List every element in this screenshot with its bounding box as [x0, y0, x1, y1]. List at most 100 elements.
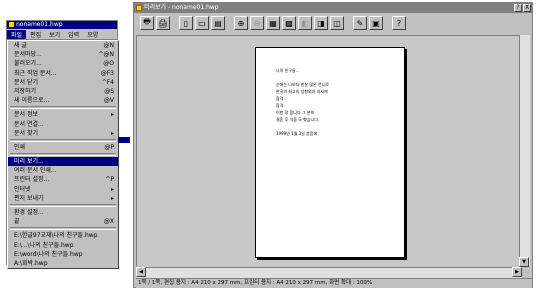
single-page-icon[interactable]: ▯: [179, 16, 193, 30]
file-menu-item-label: 불러오기...: [14, 60, 42, 68]
double-page-icon[interactable]: ▭: [195, 16, 209, 30]
page-text-line: 한국의 최고의 성형외과 의사에: [276, 89, 328, 94]
file-menu-item[interactable]: 문서 찾기 ▸: [8, 129, 118, 138]
file-menu-item[interactable]: 편지 보내기 ▸: [8, 194, 118, 203]
preview-toolbar: 🖶 🖨 ▯ ▭ ▤ ⊕ ⊖ ▦ ▩ ◧ ◨ ◫ ✎ ▣ ?: [134, 13, 532, 33]
file-menu-item[interactable]: 여러 문서 인쇄...: [8, 166, 118, 175]
file-menu-item-label: E:\word\나의 친구들.hwp: [14, 250, 83, 258]
preview-page: 나의 친구들... 순애는 나보다 한살 많은 언니로한국의 최고의 성형외과 의…: [255, 47, 405, 258]
file-menu-item-shortcut: @F3: [100, 69, 114, 77]
edit-icon[interactable]: ✎: [353, 16, 367, 30]
vertical-scrollbar[interactable]: ▼: [519, 35, 530, 267]
help-icon[interactable]: ?: [392, 16, 406, 30]
file-menu-item-shortcut: ^P: [105, 176, 114, 184]
file-menu-item-label: 문서 찾기: [14, 129, 38, 137]
file-menu-item[interactable]: 인터넷 ▸: [8, 185, 118, 194]
next-page-icon[interactable]: ◨: [314, 16, 328, 30]
prev-page-icon[interactable]: ◧: [298, 16, 312, 30]
menu-file[interactable]: 파일: [7, 29, 27, 39]
scroll-right-arrow-icon[interactable]: ▶: [512, 267, 522, 277]
file-menu-item-shortcut: ^@N: [98, 51, 114, 59]
file-menu-item-label: 미리 보기...: [14, 158, 44, 166]
file-menu-item-label: E:\...\나의 친구들.hwp: [14, 241, 74, 249]
zoom-in-icon[interactable]: ⊕: [234, 16, 248, 30]
file-menu-item[interactable]: 문서마당... ^@N: [8, 50, 118, 59]
file-menu-item[interactable]: E:\...\나의 친구들.hwp: [8, 241, 118, 250]
multi-page-icon[interactable]: ▩: [282, 16, 296, 30]
editor-window: noname01.hwp 파일 편집 보기 입력 모양 새 글 @N 문서마당...…: [6, 20, 119, 270]
page-icon[interactable]: ▤: [211, 16, 225, 30]
menu-separator: [10, 138, 116, 142]
preview-app-icon: [136, 5, 142, 11]
menu-separator: [10, 204, 116, 207]
exit-preview-icon[interactable]: ▣: [369, 16, 383, 30]
page-text-line: 합격: [276, 96, 284, 101]
scroll-left-arrow-icon[interactable]: ◀: [136, 267, 146, 277]
preview-title: 미리보기 - noname01.hwp: [144, 4, 219, 11]
file-menu-item-shortcut: @O: [103, 60, 114, 68]
scroll-down-arrow-icon[interactable]: ▼: [519, 257, 529, 267]
editor-titlebar: noname01.hwp: [7, 21, 117, 29]
file-menu-item[interactable]: 최근 작업 문서... @F3: [8, 69, 118, 78]
file-menu-item[interactable]: 인쇄 @P: [8, 143, 118, 152]
file-menu-item-label: 새 글: [14, 42, 27, 49]
file-menu: 새 글 @N 문서마당... ^@N 불러오기... @O 최근 작업 문서... @F3 문서…: [7, 40, 119, 270]
file-menu-item[interactable]: A:\회박.hwp: [8, 259, 118, 268]
file-menu-item[interactable]: 환경 설정...: [8, 208, 118, 217]
file-menu-item-shortcut: ^F4: [101, 78, 114, 86]
zoom-out-icon[interactable]: ⊖: [250, 16, 264, 30]
file-menu-item[interactable]: 문서 정보 ▸: [8, 110, 118, 119]
file-menu-item[interactable]: 끝 @X: [8, 217, 118, 226]
file-menu-item[interactable]: 문서 연결...: [8, 120, 118, 129]
file-menu-item-label: 인쇄: [14, 143, 26, 151]
file-menu-item[interactable]: 미리 보기...: [8, 157, 118, 167]
file-menu-item-label: E:\한글97교재\나의 친구들.hwp: [14, 232, 98, 240]
file-menu-item-label: 인터넷: [14, 185, 31, 193]
preview-canvas: 나의 친구들... 순애는 나보다 한살 많은 언니로한국의 최고의 성형외과 의…: [136, 35, 523, 268]
file-menu-item[interactable]: E:\한글97교재\나의 친구들.hwp: [8, 231, 118, 240]
file-menu-item-label: 편지 보내기: [14, 194, 44, 202]
file-menu-item[interactable]: 저장하기 @S: [8, 87, 118, 96]
file-menu-item-shortcut: ▸: [110, 111, 114, 119]
file-menu-item-label: 문서 연결...: [14, 120, 44, 128]
close-button[interactable]: X: [523, 4, 531, 12]
page-text-line: 이번 정 합니다 그 분의: [276, 110, 315, 115]
menu-format[interactable]: 모양: [83, 30, 102, 39]
file-menu-item[interactable]: E:\word\나의 친구들.hwp: [8, 250, 118, 259]
menu-view[interactable]: 보기: [45, 30, 64, 39]
file-menu-item-label: 문서 닫기: [14, 78, 38, 86]
file-menu-item-shortcut: ▸: [110, 129, 114, 137]
menu-insert[interactable]: 입력: [64, 30, 83, 39]
fit-page-icon[interactable]: ◫: [330, 16, 344, 30]
page-text-line: 순애는 나보다 한살 많은 언니로: [276, 82, 329, 87]
page-text-line: 1999년 1월 3일 씀음에: [276, 131, 318, 136]
print-icon[interactable]: 🖶: [140, 16, 154, 30]
file-menu-item-label: 프린터 설정...: [14, 176, 50, 184]
file-menu-item[interactable]: 프린터 설정... ^P: [8, 175, 118, 184]
status-bar: 1쪽 / 1쪽, 편집 용지 : A4 210 x 297 mm, 프린터 용지…: [136, 278, 532, 288]
file-menu-item[interactable]: 새 이름으로... @V: [8, 96, 118, 105]
grid-icon[interactable]: ▦: [266, 16, 280, 30]
file-menu-item-label: A:\회박.hwp: [14, 259, 48, 267]
file-menu-item[interactable]: 문서 닫기 ^F4: [8, 78, 118, 87]
file-menu-item-shortcut: @N: [103, 42, 115, 49]
menu-edit[interactable]: 편집: [26, 30, 45, 39]
horizontal-scrollbar[interactable]: ◀ ▶: [136, 267, 522, 278]
page-text-line: 나의 친구들...: [276, 68, 300, 73]
file-menu-item-shortcut: @P: [104, 143, 114, 151]
page-text-line: 합격: [276, 103, 284, 108]
menu-separator: [10, 227, 116, 231]
menu-separator: [10, 106, 116, 110]
file-menu-item-shortcut: ▸: [110, 185, 114, 193]
file-menu-item-label: 끝: [14, 218, 20, 226]
file-menu-item-label: 저장하기: [14, 87, 37, 95]
file-menu-item[interactable]: 새 글 @N: [8, 41, 118, 50]
file-menu-item-label: 여러 문서 인쇄...: [14, 167, 57, 175]
file-menu-item-label: 환경 설정...: [14, 209, 44, 216]
page-text-line: 결혼 후 식을 도 했습니다.: [276, 117, 320, 122]
file-menu-item[interactable]: 불러오기... @O: [8, 59, 118, 68]
file-menu-item-label: 새 이름으로...: [14, 97, 50, 105]
help-button[interactable]: ?: [514, 4, 522, 12]
file-menu-item-shortcut: @V: [103, 97, 114, 105]
print-setup-icon[interactable]: 🖨: [156, 16, 170, 30]
